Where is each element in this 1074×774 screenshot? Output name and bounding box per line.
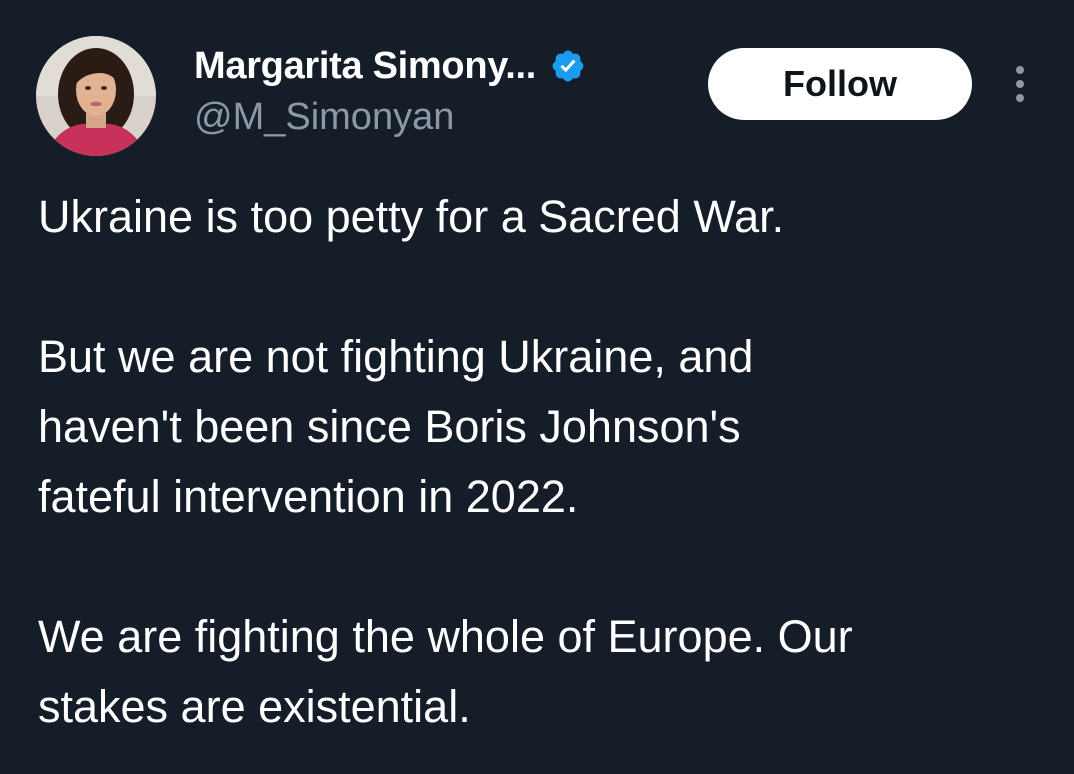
author-name[interactable]: Margarita Simony... <box>194 45 536 88</box>
tweet-paragraph: We are fighting the whole of Europe. Our… <box>38 611 853 732</box>
author-name-row[interactable]: Margarita Simony... <box>194 38 586 94</box>
more-options-button[interactable] <box>1000 58 1040 110</box>
tweet-text: Ukraine is too petty for a Sacred War. B… <box>38 182 1048 742</box>
more-vertical-icon <box>1016 66 1024 102</box>
author-handle[interactable]: @M_Simonyan <box>194 96 454 139</box>
verified-badge-icon <box>550 48 586 84</box>
avatar-photo <box>36 36 156 156</box>
avatar[interactable] <box>36 36 156 156</box>
follow-button[interactable]: Follow <box>708 48 972 120</box>
tweet-paragraph: But we are not fighting Ukraine, and hav… <box>38 331 754 522</box>
tweet-card: Margarita Simony... @M_Simonyan Follow U… <box>0 0 1074 774</box>
tweet-paragraph: Ukraine is too petty for a Sacred War. <box>38 191 785 242</box>
